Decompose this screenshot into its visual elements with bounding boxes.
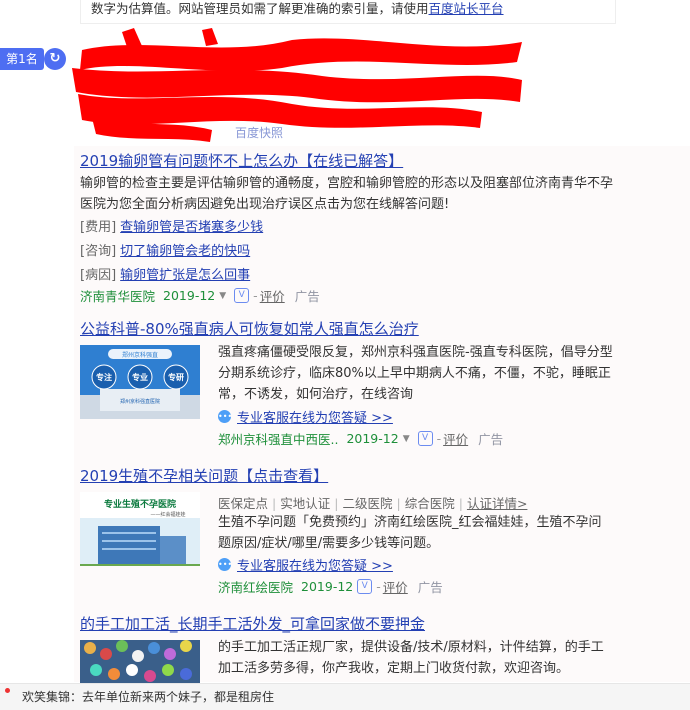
source-date: 2019-12 [301, 579, 354, 594]
thumb-word-2: 专业 [132, 372, 148, 382]
result-2-thumbnail[interactable]: 郑州京科强直 专注 专业 专研 郑州京科强直医院 [80, 345, 200, 419]
result-1-sublink-3: [病因] 输卵管扩张是怎么回事 [80, 264, 250, 283]
result-2-desc-line-2: 分期系统诊疗，临床80%以上早中期病人不痛，不僵，不驼，睡眠正 [218, 366, 611, 381]
rank-badge: 第1名 [0, 48, 44, 70]
result-3-desc-line-1: 生殖不孕问题「免费预约」济南红绘医院_红会福娃娃，生殖不孕问 [218, 515, 602, 530]
thumb-word-3: 专研 [168, 372, 184, 382]
result-2-source-row: 郑州京科强直中西医.. 2019-12 ▼ V - 评价 广告 [218, 429, 503, 448]
result-2-title[interactable]: 公益科普-80%强直病人可恢复如常人强直怎么治疗 [80, 318, 419, 339]
result-4-desc-line-2: 加工活多劳多得，你产我收，定期上门收货付款，欢迎咨询。 [218, 661, 570, 676]
result-4-desc: 的手工加工活正规厂家，提供设备/技术/原材料，计件结算，的手工 加工活多劳多得，… [218, 637, 658, 679]
sublink-tag: [病因] [80, 268, 117, 283]
bottom-news-text[interactable]: 欢笑集锦：去年单位新来两个妹子，都是租房住 [22, 684, 274, 710]
thumb-word-1: 专注 [96, 372, 112, 382]
eval-link[interactable]: 评价 [383, 577, 408, 596]
result-4-thumbnail[interactable] [80, 640, 200, 683]
separator: | [396, 496, 401, 511]
result-3-desc: 生殖不孕问题「免费预约」济南红绘医院_红会福娃娃，生殖不孕问 题原因/症状/哪里… [218, 512, 658, 554]
separator: - [253, 288, 258, 303]
eval-link[interactable]: 评价 [260, 286, 285, 305]
tag: 医保定点 [218, 496, 269, 511]
source-name[interactable]: 济南红绘医院 [218, 577, 293, 596]
sublink[interactable]: 切了输卵管会老的快吗 [120, 244, 250, 259]
result-1-desc: 输卵管的检查主要是评估输卵管的通畅度，宫腔和输卵管腔的形态以及阻塞部位济南青华不… [80, 173, 640, 215]
tag: 综合医院 [404, 496, 455, 511]
sublink-tag: [费用] [80, 220, 117, 235]
dropdown-caret-icon[interactable]: ▼ [403, 434, 410, 444]
result-1-title[interactable]: 2019输卵管有问题怀不上怎么办【在线已解答】 [80, 150, 403, 171]
eval-link[interactable]: 评价 [443, 429, 468, 448]
result-3-title[interactable]: 2019生殖不孕相关问题【点击查看】 [80, 465, 328, 486]
result-2-desc: 强直疼痛僵硬受限反复，郑州京科强直医院-强直专科医院，倡导分型 分期系统诊疗，临… [218, 342, 658, 405]
bottom-news-bar[interactable]: 欢笑集锦：去年单位新来两个妹子，都是租房住 [0, 683, 690, 710]
tag: 实地认证 [280, 496, 331, 511]
chat-icon: ••• [218, 558, 233, 571]
redaction-scribble [72, 28, 522, 142]
separator: - [436, 431, 442, 446]
thumb-sub: ——红会福娃娃 [150, 511, 185, 518]
result-3-thumbnail[interactable]: 专业生殖不孕医院 ——红会福娃娃 [80, 492, 200, 566]
result-3-service-row: ••• 专业客服在线为您答疑 >> [218, 555, 393, 574]
notification-dot-icon [5, 688, 10, 693]
service-link[interactable]: 专业客服在线为您答疑 >> [237, 407, 393, 426]
separator: | [334, 496, 339, 511]
result-3-source-row: 济南红绘医院 2019-12 V - 评价 广告 [218, 577, 443, 596]
separator: | [272, 496, 277, 511]
auth-detail-link[interactable]: 认证详情> [467, 496, 527, 511]
source-name[interactable]: 郑州京科强直中西医.. [218, 429, 338, 448]
result-1-sublink-1: [费用] 查输卵管是否堵塞多少钱 [80, 216, 263, 235]
chat-icon: ••• [218, 410, 233, 423]
verified-v-icon[interactable]: V [234, 288, 250, 303]
separator: - [376, 579, 381, 594]
dropdown-caret-icon[interactable]: ▼ [219, 291, 226, 301]
result-2-desc-line-3: 常，不诱发，如何治疗，在线咨询 [218, 387, 414, 402]
result-2-service-row: ••• 专业客服在线为您答疑 >> [218, 407, 393, 426]
thumb-title: 专业生殖不孕医院 [104, 498, 176, 510]
ad-label: 广告 [417, 580, 443, 595]
webmaster-platform-link[interactable]: 百度站长平台 [429, 1, 504, 16]
thumb-title: 郑州京科强直 [122, 351, 158, 359]
result-3-tags: 医保定点 | 实地认证 | 二级医院 | 综合医院 | 认证详情> [218, 493, 527, 512]
source-name[interactable]: 济南青华医院 [80, 286, 155, 305]
result-1-desc-line-2: 医院为您全面分析病因避免出现治疗误区点击为您在线解答问题! [80, 197, 450, 212]
index-tip-text: 数字为估算值。网站管理员如需了解更准确的索引量，请使用 [91, 1, 429, 16]
result-4-desc-line-1: 的手工加工活正规厂家，提供设备/技术/原材料，计件结算，的手工 [218, 640, 604, 655]
source-date: 2019-12 [346, 431, 399, 446]
thumb-caption: 郑州京科强直医院 [120, 398, 160, 405]
verified-v-icon[interactable]: V [357, 579, 373, 594]
tag: 二级医院 [342, 496, 393, 511]
sublink-tag: [咨询] [80, 244, 117, 259]
sublink[interactable]: 输卵管扩张是怎么回事 [120, 268, 250, 283]
verified-v-icon[interactable]: V [417, 431, 433, 446]
sublink[interactable]: 查输卵管是否堵塞多少钱 [120, 220, 263, 235]
source-date: 2019-12 [163, 288, 216, 303]
result-3-desc-line-2: 题原因/症状/哪里/需要多少钱等问题。 [218, 536, 440, 551]
result-2-desc-line-1: 强直疼痛僵硬受限反复，郑州京科强直医院-强直专科医院，倡导分型 [218, 345, 613, 360]
result-1-source-row: 济南青华医院 2019-12 ▼ V - 评价 广告 [80, 286, 320, 305]
ad-label: 广告 [294, 289, 320, 304]
ad-label: 广告 [478, 432, 504, 447]
result-4-title[interactable]: 的手工加工活_长期手工活外发_可拿回家做不要押金 [80, 613, 425, 634]
separator: | [458, 496, 463, 511]
result-1-sublink-2: [咨询] 切了输卵管会老的快吗 [80, 240, 250, 259]
service-link[interactable]: 专业客服在线为您答疑 >> [237, 555, 393, 574]
result-1-desc-line-1: 输卵管的检查主要是评估输卵管的通畅度，宫腔和输卵管腔的形态以及阻塞部位济南青华不… [80, 176, 614, 191]
index-tip-box: 数字为估算值。网站管理员如需了解更准确的索引量，请使用百度站长平台 [80, 0, 616, 24]
